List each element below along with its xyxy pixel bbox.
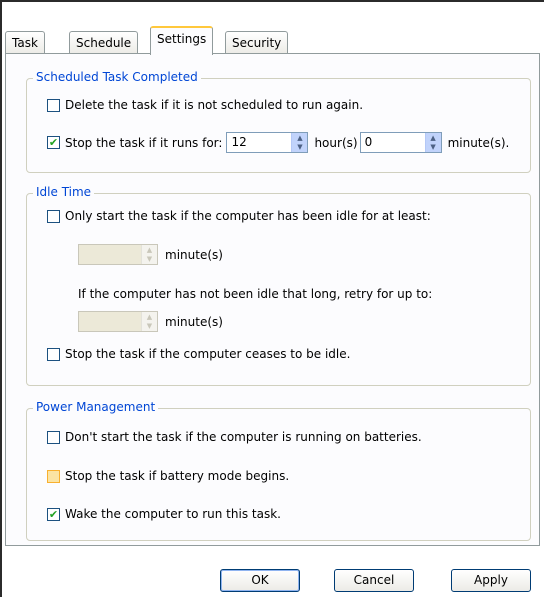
spin-up-icon[interactable]: ▲ <box>426 133 441 143</box>
spin-down-icon[interactable]: ▼ <box>292 143 307 153</box>
tab-security[interactable]: Security <box>225 31 289 54</box>
stop-if-battery-mode-option[interactable]: Stop the task if battery mode begins. <box>47 469 289 483</box>
dont-start-on-batteries-checkbox[interactable] <box>47 430 60 444</box>
tab-schedule[interactable]: Schedule <box>69 31 139 54</box>
hours-spinner[interactable]: 12 ▲ ▼ <box>226 132 309 153</box>
wake-to-run-checkbox[interactable]: ✔ <box>47 507 60 521</box>
minutes-spin-buttons[interactable]: ▲ ▼ <box>424 133 441 153</box>
scheduled-task-completed-group: Scheduled Task Completed <box>26 70 531 173</box>
retry-text: If the computer has not been idle that l… <box>78 287 433 301</box>
only-start-if-idle-option[interactable]: Only start the task if the computer has … <box>47 209 431 223</box>
group-title-idle-time: Idle Time <box>33 185 95 199</box>
retry-minutes-value[interactable] <box>79 312 141 331</box>
idle-minutes-value[interactable] <box>79 245 141 264</box>
wake-to-run-option[interactable]: ✔ Wake the computer to run this task. <box>47 507 281 521</box>
spin-down-icon[interactable]: ▼ <box>142 255 157 265</box>
minutes-value[interactable]: 0 <box>361 133 425 152</box>
stop-if-battery-mode-checkbox[interactable] <box>47 469 60 483</box>
retry-minutes-row: ▲ ▼ minute(s) <box>78 311 223 332</box>
stop-if-runs-for-label: Stop the task if it runs for: <box>65 135 223 150</box>
minutes-spinner[interactable]: 0 ▲ ▼ <box>359 132 442 153</box>
tab-settings[interactable]: Settings <box>150 26 214 55</box>
window-frame-left <box>0 0 2 597</box>
stop-if-ceases-idle-checkbox[interactable] <box>47 347 60 361</box>
group-title-scheduled-task-completed: Scheduled Task Completed <box>33 70 201 84</box>
check-icon: ✔ <box>48 507 59 521</box>
dont-start-on-batteries-option[interactable]: Don't start the task if the computer is … <box>47 430 422 444</box>
hours-spin-buttons[interactable]: ▲ ▼ <box>291 133 308 153</box>
idle-minutes-unit: minute(s) <box>165 247 223 262</box>
stop-if-battery-mode-label: Stop the task if battery mode begins. <box>65 469 290 483</box>
idle-minutes-row: ▲ ▼ minute(s) <box>78 244 223 265</box>
hours-value[interactable]: 12 <box>227 133 291 152</box>
spin-up-icon[interactable]: ▲ <box>292 133 307 143</box>
group-title-power-management: Power Management <box>33 400 159 414</box>
cancel-button[interactable]: Cancel <box>334 569 414 592</box>
check-icon: ✔ <box>48 136 59 149</box>
delete-if-not-scheduled-option[interactable]: Delete the task if it is not scheduled t… <box>47 98 363 112</box>
stop-if-runs-for-checkbox[interactable]: ✔ <box>47 136 60 149</box>
idle-minutes-spin-buttons[interactable]: ▲ ▼ <box>141 245 157 264</box>
retry-minutes-unit: minute(s) <box>165 314 223 329</box>
idle-minutes-spinner[interactable]: ▲ ▼ <box>78 244 158 265</box>
delete-if-not-scheduled-label: Delete the task if it is not scheduled t… <box>65 98 364 112</box>
only-start-if-idle-checkbox[interactable] <box>47 209 60 223</box>
stop-if-ceases-idle-option[interactable]: Stop the task if the computer ceases to … <box>47 347 350 361</box>
stop-if-runs-for-option: ✔ Stop the task if it runs for: 12 ▲ ▼ h… <box>47 132 509 153</box>
ok-button[interactable]: OK <box>220 569 300 592</box>
retry-minutes-spin-buttons[interactable]: ▲ ▼ <box>141 312 157 331</box>
tab-task[interactable]: Task <box>5 31 45 54</box>
wake-to-run-label: Wake the computer to run this task. <box>65 507 281 521</box>
retry-minutes-spinner[interactable]: ▲ ▼ <box>78 311 158 332</box>
spin-up-icon[interactable]: ▲ <box>142 245 157 255</box>
only-start-if-idle-label: Only start the task if the computer has … <box>65 209 431 223</box>
spin-down-icon[interactable]: ▼ <box>426 143 441 153</box>
dont-start-on-batteries-label: Don't start the task if the computer is … <box>65 430 422 444</box>
hours-unit-label: hour(s) <box>314 135 358 150</box>
spin-down-icon[interactable]: ▼ <box>142 322 157 332</box>
window-frame-top <box>0 0 544 2</box>
minutes-unit-label: minute(s). <box>447 135 510 150</box>
spin-up-icon[interactable]: ▲ <box>142 312 157 322</box>
stop-if-ceases-idle-label: Stop the task if the computer ceases to … <box>65 347 351 361</box>
delete-if-not-scheduled-checkbox[interactable] <box>47 98 60 112</box>
apply-button[interactable]: Apply <box>451 569 531 592</box>
